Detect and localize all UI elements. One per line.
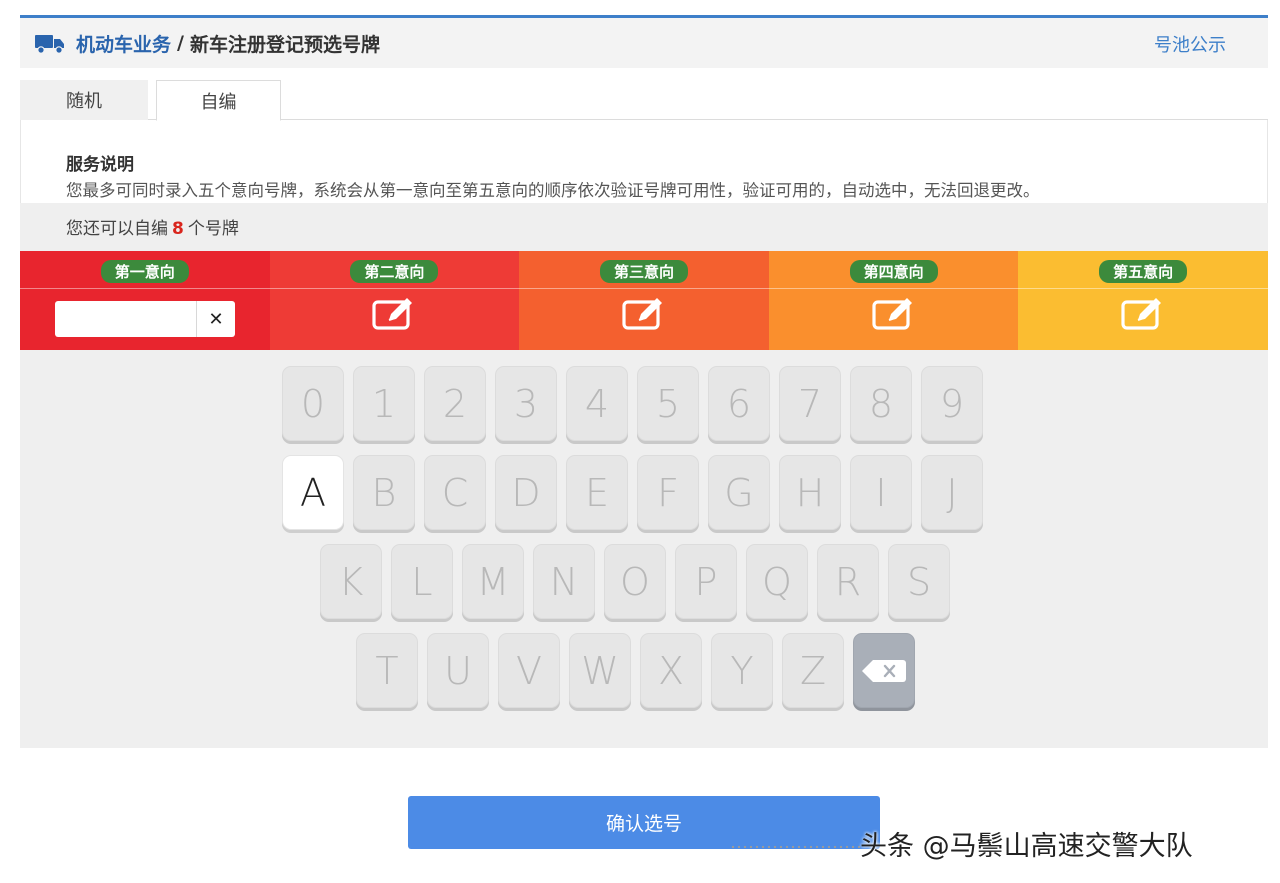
clear-icon[interactable]: ✕	[197, 301, 235, 337]
key-i[interactable]: I	[850, 455, 912, 530]
remaining-suffix: 个号牌	[187, 219, 239, 239]
edit-icon[interactable]	[370, 298, 418, 332]
key-9[interactable]: 9	[921, 366, 983, 441]
key-n[interactable]: N	[533, 544, 595, 619]
confirm-button[interactable]: 确认选号	[408, 796, 880, 849]
remaining-count: 8	[172, 219, 184, 239]
choice-3: 第三意向	[519, 251, 769, 350]
remaining-prefix: 您还可以自编	[66, 219, 168, 239]
key-a[interactable]: A	[282, 455, 344, 530]
key-b[interactable]: B	[353, 455, 415, 530]
key-0[interactable]: 0	[282, 366, 344, 441]
breadcrumb-separator: /	[177, 32, 184, 54]
choice-5-label: 第五意向	[1099, 260, 1188, 283]
watermark-dots	[730, 845, 860, 849]
choice-1-label: 第一意向	[100, 260, 189, 283]
key-j[interactable]: J	[921, 455, 983, 530]
choice-2-label: 第二意向	[350, 260, 439, 283]
key-y[interactable]: Y	[711, 633, 773, 708]
key-3[interactable]: 3	[495, 366, 557, 441]
key-7[interactable]: 7	[779, 366, 841, 441]
choice-3-label: 第三意向	[599, 260, 688, 283]
key-o[interactable]: O	[604, 544, 666, 619]
key-d[interactable]: D	[495, 455, 557, 530]
choice-4-label: 第四意向	[849, 260, 938, 283]
key-u[interactable]: U	[427, 633, 489, 708]
key-t[interactable]: T	[356, 633, 418, 708]
choice-divider	[20, 288, 270, 289]
key-e[interactable]: E	[566, 455, 628, 530]
edit-icon[interactable]	[1119, 298, 1167, 332]
choice-divider	[269, 288, 520, 289]
edit-icon[interactable]	[620, 298, 668, 332]
key-z[interactable]: Z	[782, 633, 844, 708]
key-h[interactable]: H	[779, 455, 841, 530]
key-p[interactable]: P	[675, 544, 737, 619]
choice-divider	[768, 288, 1019, 289]
key-f[interactable]: F	[637, 455, 699, 530]
key-s[interactable]: S	[888, 544, 950, 619]
edit-icon[interactable]	[870, 298, 918, 332]
key-q[interactable]: Q	[746, 544, 808, 619]
choice-divider	[519, 288, 769, 289]
choice-divider	[1018, 288, 1268, 289]
page-header: 机动车业务 / 新车注册登记预选号牌 号池公示	[20, 18, 1268, 68]
key-g[interactable]: G	[708, 455, 770, 530]
remaining-count-text: 您还可以自编 8 个号牌	[66, 214, 239, 239]
key-k[interactable]: K	[320, 544, 382, 619]
plate-input-group: ✕	[55, 301, 235, 337]
key-r[interactable]: R	[817, 544, 879, 619]
choice-2: 第二意向	[269, 251, 520, 350]
key-8[interactable]: 8	[850, 366, 912, 441]
key-5[interactable]: 5	[637, 366, 699, 441]
service-description: 您最多可同时录入五个意向号牌，系统会从第一意向至第五意向的顺序依次验证号牌可用性…	[66, 181, 1040, 200]
key-w[interactable]: W	[569, 633, 631, 708]
choice-1: 第一意向 ✕	[20, 251, 270, 350]
watermark: 头条 @马鬃山高速交警大队	[860, 831, 1193, 862]
breadcrumb-main[interactable]: 机动车业务	[76, 30, 171, 57]
plate-input[interactable]	[55, 301, 197, 337]
key-1[interactable]: 1	[353, 366, 415, 441]
key-v[interactable]: V	[498, 633, 560, 708]
choice-strip: 第一意向 ✕ 第二意向 第三意向 第四意向 第五意向	[20, 251, 1268, 350]
service-title: 服务说明	[66, 155, 134, 175]
truck-icon	[34, 32, 66, 54]
page-title: 新车注册登记预选号牌	[189, 33, 380, 56]
choice-4: 第四意向	[768, 251, 1019, 350]
plate-pool-link[interactable]: 号池公示	[1154, 31, 1226, 57]
backspace-key[interactable]	[853, 633, 915, 708]
key-2[interactable]: 2	[424, 366, 486, 441]
tab-random[interactable]: 随机	[20, 80, 148, 120]
key-c[interactable]: C	[424, 455, 486, 530]
key-x[interactable]: X	[640, 633, 702, 708]
choice-5: 第五意向	[1018, 251, 1268, 350]
key-6[interactable]: 6	[708, 366, 770, 441]
key-4[interactable]: 4	[566, 366, 628, 441]
key-m[interactable]: M	[462, 544, 524, 619]
key-l[interactable]: L	[391, 544, 453, 619]
tab-bar: 随机 自编	[20, 80, 1268, 121]
backspace-icon	[861, 658, 907, 684]
tab-custom[interactable]: 自编	[156, 80, 281, 121]
